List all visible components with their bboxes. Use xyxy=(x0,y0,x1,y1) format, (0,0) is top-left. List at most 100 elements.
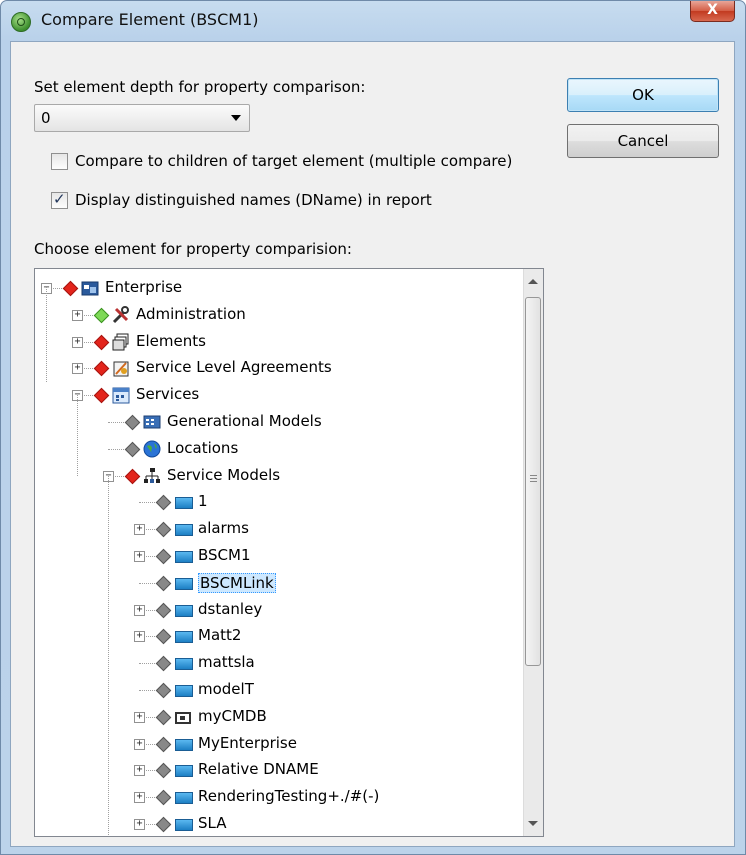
status-diamond-icon xyxy=(155,495,172,511)
grip-line xyxy=(530,481,537,482)
tree-node-label[interactable]: BSCMLink xyxy=(198,572,276,593)
tree-node-label[interactable]: Service Models xyxy=(167,466,280,484)
scroll-down-arrow-icon[interactable] xyxy=(528,821,538,826)
tree-node-label[interactable]: Elements xyxy=(136,332,206,350)
depth-label: Set element depth for property compariso… xyxy=(34,78,366,96)
tree-node[interactable]: − Services xyxy=(35,382,505,408)
element-tree[interactable]: − Enterprise + Administration + Elements + Serv… xyxy=(34,268,544,837)
compare-children-checkbox[interactable] xyxy=(51,153,68,170)
tree-node-label[interactable]: SLA xyxy=(198,814,226,832)
compare-children-label: Compare to children of target element (m… xyxy=(75,152,513,170)
service-model-icon xyxy=(174,681,193,699)
service-model-icon xyxy=(174,601,193,619)
tree-node[interactable]: modelT xyxy=(35,677,505,703)
compare-element-dialog: Compare Element (BSCM1) X Set element de… xyxy=(0,0,746,855)
expand-icon[interactable]: + xyxy=(134,604,145,616)
tree-node[interactable]: Locations xyxy=(35,436,505,462)
tree-node-label[interactable]: modelT xyxy=(198,680,254,698)
close-button[interactable]: X xyxy=(690,1,735,22)
status-diamond-icon xyxy=(155,655,172,672)
scroll-thumb[interactable] xyxy=(525,297,541,666)
tree-node[interactable]: + Administration xyxy=(35,302,505,328)
display-dname-option[interactable]: Display distinguished names (DName) in r… xyxy=(51,190,551,211)
service-model-icon xyxy=(175,551,193,563)
status-diamond-icon xyxy=(155,763,172,779)
expand-icon[interactable]: + xyxy=(134,711,145,723)
tree-node-label[interactable]: Relative DNAME xyxy=(198,760,319,778)
tree-node[interactable]: + Matt2 xyxy=(35,623,505,649)
service-model-icon xyxy=(174,735,193,753)
tree-node-label[interactable]: mattsla xyxy=(198,653,255,671)
tree-node-label[interactable]: BSCM1 xyxy=(198,546,251,564)
tree-node-label[interactable]: RenderingTesting+./#(-) xyxy=(198,787,379,805)
compare-children-option[interactable]: Compare to children of target element (m… xyxy=(51,152,551,172)
expand-icon[interactable]: + xyxy=(134,819,145,830)
tree-node-label[interactable]: 1 xyxy=(198,492,208,510)
tree-node[interactable]: + BSCM1 xyxy=(35,543,505,569)
tree-node[interactable]: + Service Level Agreements xyxy=(35,355,505,381)
service-model-icon xyxy=(174,493,193,511)
status-diamond-icon xyxy=(93,334,110,350)
tree-node[interactable]: + RenderingTesting+./#(-) xyxy=(35,784,505,810)
vertical-scrollbar[interactable] xyxy=(523,269,543,836)
expand-icon[interactable]: + xyxy=(134,765,145,777)
cmdb-icon xyxy=(175,711,191,724)
tree-node[interactable]: + alarms xyxy=(35,516,505,542)
tree-connector xyxy=(77,395,78,476)
ok-button[interactable]: OK xyxy=(567,78,719,112)
tree-node[interactable]: BSCMLink xyxy=(35,570,505,596)
cancel-button[interactable]: Cancel xyxy=(567,124,719,158)
enterprise-icon xyxy=(81,279,99,297)
tree-node-label[interactable]: Administration xyxy=(136,305,246,323)
expand-icon[interactable]: + xyxy=(72,363,83,375)
tree-node-label[interactable]: alarms xyxy=(198,519,249,537)
tree-node-label[interactable]: Matt2 xyxy=(198,626,241,644)
service-model-icon xyxy=(174,547,193,565)
tree-node-label[interactable]: Services xyxy=(136,385,199,403)
elements-icon xyxy=(112,333,130,351)
expand-icon[interactable]: + xyxy=(72,336,83,348)
services-icon xyxy=(112,386,130,404)
tree-connector xyxy=(108,476,109,836)
depth-dropdown[interactable]: 0 xyxy=(34,104,250,132)
expand-icon[interactable]: + xyxy=(134,792,145,804)
expand-icon[interactable]: + xyxy=(134,631,145,643)
display-dname-checkbox[interactable] xyxy=(51,190,68,209)
expand-icon[interactable]: + xyxy=(72,309,83,321)
depth-value: 0 xyxy=(41,109,51,127)
status-diamond-icon xyxy=(155,521,172,538)
tree-node[interactable]: 1 xyxy=(35,489,505,515)
tree-node[interactable]: mattsla xyxy=(35,650,505,676)
service-model-icon xyxy=(175,765,193,778)
cmdb-icon xyxy=(174,708,192,726)
tree-node[interactable]: + Relative DNAME xyxy=(35,757,505,783)
tree-node[interactable]: + MyEnterprise xyxy=(35,731,505,757)
expand-icon[interactable]: + xyxy=(134,738,145,750)
tree-node[interactable]: − Service Models xyxy=(35,463,505,489)
tree-node[interactable]: + SLA xyxy=(35,811,505,836)
service-model-icon xyxy=(175,604,193,617)
tree-node-label[interactable]: Enterprise xyxy=(105,278,182,296)
tree-node[interactable]: Generational Models xyxy=(35,409,505,435)
tree-node[interactable]: + Elements xyxy=(35,329,505,355)
tree-node[interactable]: + myCMDB xyxy=(35,704,505,730)
tree-node-label[interactable]: dstanley xyxy=(198,600,262,618)
tree-node[interactable]: + dstanley xyxy=(35,597,505,623)
tree-node-label[interactable]: myCMDB xyxy=(198,707,267,725)
service-model-icon xyxy=(174,574,193,592)
tree-node-label[interactable]: Service Level Agreements xyxy=(136,358,332,376)
dialog-body: Set element depth for property compariso… xyxy=(10,41,735,847)
expand-icon[interactable]: + xyxy=(134,524,145,536)
status-diamond-icon xyxy=(155,816,172,833)
title-bar[interactable]: Compare Element (BSCM1) X xyxy=(1,1,745,41)
expand-icon[interactable]: + xyxy=(134,551,145,562)
service-model-icon xyxy=(174,627,193,645)
tree-node-label[interactable]: Generational Models xyxy=(167,412,322,430)
scroll-up-arrow-icon[interactable] xyxy=(528,279,538,284)
service-model-icon xyxy=(174,761,193,779)
tree-node-label[interactable]: MyEnterprise xyxy=(198,734,297,752)
tree-node[interactable]: − Enterprise xyxy=(35,275,505,301)
sla-icon xyxy=(112,359,130,377)
tree-node-label[interactable]: Locations xyxy=(167,439,238,457)
tree-connector xyxy=(46,287,47,382)
